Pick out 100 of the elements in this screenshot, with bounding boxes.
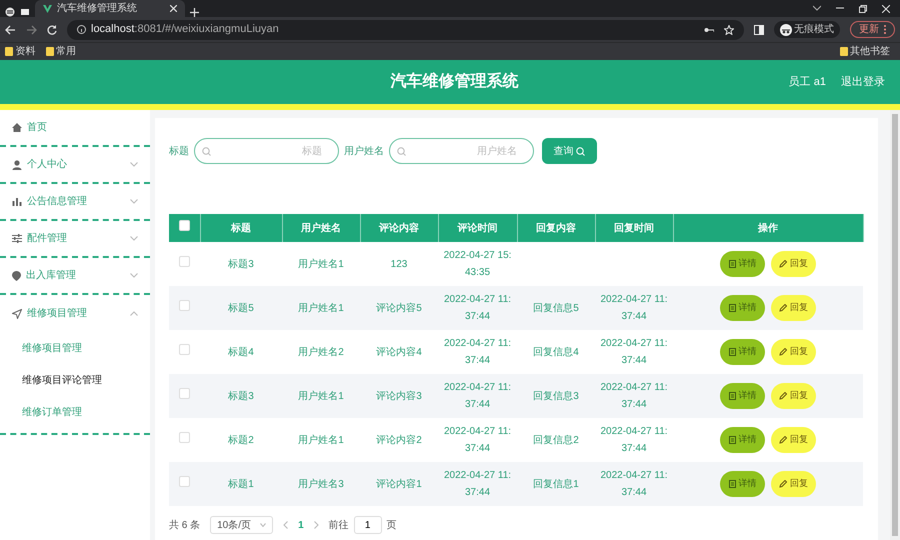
checkbox[interactable] (179, 344, 190, 354)
table-cell-text: 2022-04-27 11:37:44 (599, 337, 669, 368)
checkbox[interactable] (179, 388, 190, 398)
table-cell-text: 2022-04-27 15:43:35 (442, 249, 512, 280)
checkbox[interactable] (179, 256, 190, 266)
table-cell: 标题1 (228, 478, 254, 490)
incognito-badge[interactable]: 无痕模式 (774, 21, 840, 38)
tab-title: 汽车维修管理系统 (57, 2, 137, 16)
details-button[interactable]: 详情 (720, 427, 765, 453)
chevron-down-icon (130, 272, 138, 278)
reply-button[interactable]: 回复 (771, 383, 816, 409)
search-icon (576, 146, 585, 156)
incognito-icon (780, 24, 792, 36)
details-button[interactable]: 详情 (720, 471, 765, 497)
table-cell: 用户姓名3 (298, 478, 344, 490)
checkbox[interactable] (179, 300, 190, 310)
close-icon[interactable] (882, 4, 890, 12)
column-header: 操作 (758, 222, 778, 234)
reply-button[interactable]: 回复 (771, 339, 816, 365)
search-icon (202, 147, 211, 156)
bookmark-folder[interactable]: 资料 (5, 44, 36, 59)
user-name: 员工 a1 (788, 74, 826, 90)
table-cell-text: 2022-04-27 11:37:44 (442, 293, 512, 324)
field-label: 用户姓名 (344, 144, 384, 158)
column-header: 评论内容 (379, 222, 419, 234)
checkbox[interactable] (178, 220, 190, 231)
table-cell: 标题4 (228, 346, 254, 358)
star-icon[interactable] (724, 24, 734, 34)
table-cell: 回复信息5 (533, 302, 579, 314)
column-header: 标题 (231, 222, 251, 234)
chevron-down-icon[interactable] (813, 4, 821, 10)
forward-icon[interactable] (26, 24, 37, 34)
table-cell-text: 2022-04-27 11:37:44 (442, 337, 512, 368)
url-text: localhost:8081/#/weixiuxiangmuLiuyan (91, 22, 279, 38)
document-icon (728, 260, 736, 268)
close-icon[interactable] (170, 4, 177, 12)
table-cell-text: 2022-04-27 11:37:44 (599, 381, 669, 412)
address-bar[interactable]: localhost:8081/#/weixiuxiangmuLiuyan (67, 20, 744, 40)
table-cell: 评论内容4 (376, 346, 422, 358)
scrollbar[interactable] (890, 110, 900, 540)
update-button[interactable]: 更新 (850, 21, 895, 38)
chevron-up-icon (130, 310, 138, 316)
checkbox[interactable] (179, 432, 190, 442)
back-icon[interactable] (5, 24, 16, 34)
submenu-item[interactable]: 维修项目管理 (0, 332, 150, 364)
table-cell-text: 2022-04-27 11:37:44 (599, 425, 669, 456)
table-cell: 用户姓名2 (298, 346, 344, 358)
submenu-item[interactable]: 维修订单管理 (0, 396, 150, 428)
table-cell-text: 2022-04-27 11:37:44 (599, 469, 669, 500)
document-icon (728, 348, 736, 356)
checkbox[interactable] (179, 476, 190, 486)
table-cell: 用户姓名1 (298, 302, 344, 314)
restore-icon[interactable] (859, 4, 867, 12)
bookmark-folder[interactable]: 其他书签 (840, 44, 895, 59)
table-cell: 标题5 (228, 302, 254, 314)
search-button[interactable]: 查询 (542, 138, 597, 164)
key-icon[interactable] (704, 26, 714, 32)
pencil-icon (779, 480, 788, 488)
column-header: 用户姓名 (301, 222, 341, 234)
table-cell: 用户姓名1 (298, 434, 344, 446)
table-cell: 回复信息2 (533, 434, 579, 446)
details-button[interactable]: 详情 (720, 295, 765, 321)
table-cell: 用户姓名1 (298, 258, 344, 270)
page-number[interactable]: 1 (298, 518, 304, 532)
search-icon (397, 147, 406, 156)
search-field[interactable]: 用户姓名 (389, 138, 534, 164)
submenu-item[interactable]: 维修项目评论管理 (0, 364, 150, 396)
sidepanel-icon[interactable] (754, 24, 764, 34)
table-cell: 123 (390, 258, 408, 270)
reply-button[interactable]: 回复 (771, 427, 816, 453)
app-title: 汽车维修管理系统 (389, 71, 520, 92)
browser-tab[interactable]: 汽车维修管理系统 (35, 0, 185, 17)
reload-icon[interactable] (47, 24, 57, 34)
reply-button[interactable]: 回复 (771, 251, 816, 277)
tab-icon[interactable] (20, 7, 30, 17)
reply-button[interactable]: 回复 (771, 471, 816, 497)
logout-link[interactable]: 退出登录 (841, 74, 885, 90)
page-input[interactable]: 1 (354, 516, 382, 534)
details-button[interactable]: 详情 (720, 251, 765, 277)
pin-icon (12, 270, 21, 280)
document-icon (728, 436, 736, 444)
sliders-icon (12, 234, 22, 243)
details-button[interactable]: 详情 (720, 383, 765, 409)
table-cell: 评论内容5 (376, 302, 422, 314)
sidebar-item[interactable]: 维修项目管理 (0, 295, 150, 332)
column-header: 回复时间 (614, 222, 654, 234)
reply-button[interactable]: 回复 (771, 295, 816, 321)
minimize-icon[interactable] (836, 4, 844, 10)
table-cell-text: 2022-04-27 11:37:44 (442, 469, 512, 500)
column-header: 回复内容 (536, 222, 576, 234)
page-size-select[interactable]: 10条/页 (210, 516, 274, 534)
search-field[interactable]: 标题 (194, 138, 339, 164)
table-cell: 回复信息3 (533, 390, 579, 402)
details-button[interactable]: 详情 (720, 339, 765, 365)
home-icon (12, 123, 22, 132)
plus-icon[interactable] (190, 8, 199, 17)
bookmark-folder[interactable]: 常用 (46, 44, 76, 59)
chevron-down-icon (260, 523, 266, 527)
table-cell-text: 2022-04-27 11:37:44 (442, 381, 512, 412)
navigation-icon (12, 308, 22, 318)
